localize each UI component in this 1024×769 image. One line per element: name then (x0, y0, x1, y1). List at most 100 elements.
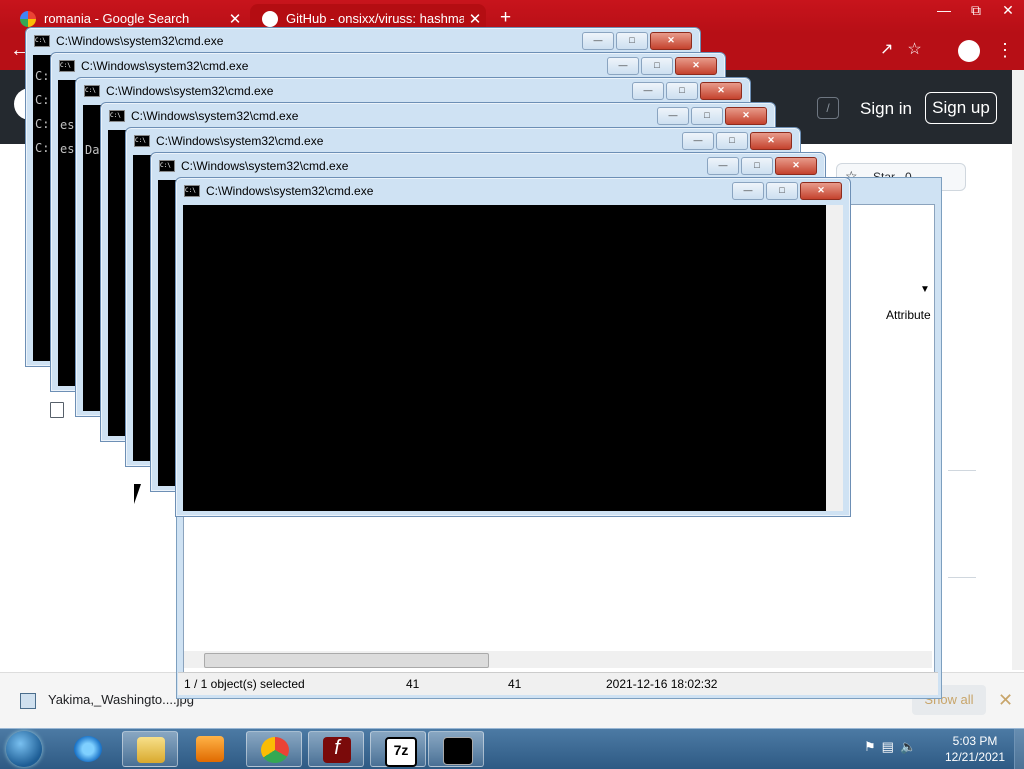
divider (948, 577, 976, 578)
profile-avatar[interactable] (958, 40, 980, 62)
minimize-icon[interactable]: — (928, 0, 960, 22)
clock-date: 12/21/2021 (944, 750, 1006, 764)
maximize-icon[interactable]: □ (666, 82, 698, 100)
console-line: es (60, 118, 75, 132)
taskbar-flash[interactable]: f (308, 731, 364, 767)
status-modified: 2021-12-16 18:02:32 (606, 677, 718, 691)
title-bar: C:\ C:\Windows\system32\cmd.exe (34, 31, 223, 51)
dropdown-arrow-icon[interactable]: ▼ (920, 284, 930, 295)
minimize-icon[interactable]: — (732, 182, 764, 200)
window-title: C:\Windows\system32\cmd.exe (106, 84, 274, 98)
maximize-icon[interactable]: □ (716, 132, 748, 150)
window-title: C:\Windows\system32\cmd.exe (156, 134, 324, 148)
maximize-icon[interactable]: □ (616, 32, 648, 50)
media-player-icon (196, 736, 224, 762)
share-icon[interactable]: ↗ (880, 39, 893, 59)
clock-time: 5:03 PM (952, 734, 998, 748)
minimize-icon[interactable]: — (582, 32, 614, 50)
close-icon[interactable]: ✕ (675, 57, 717, 75)
network-icon[interactable]: ▤ (882, 739, 894, 755)
cmd-icon: C:\ (34, 35, 50, 47)
cmd-icon: C:\ (134, 135, 150, 147)
cmd-icon: C:\ (109, 110, 125, 122)
mouse-cursor-icon (134, 484, 148, 504)
minimize-icon[interactable]: — (682, 132, 714, 150)
restore-icon[interactable]: ⧉ (960, 0, 992, 22)
status-size: 41 (406, 677, 420, 691)
image-file-icon (20, 693, 36, 709)
chrome-icon (261, 737, 289, 763)
clock[interactable]: 5:03 PM 12/21/2021 (940, 733, 1010, 765)
close-icon[interactable]: ✕ (750, 132, 792, 150)
taskbar-cmd[interactable] (428, 731, 484, 767)
window-buttons: — □ ✕ (582, 32, 692, 50)
download-item[interactable]: Yakima,_Washingto....jpg (48, 692, 194, 707)
maximize-icon[interactable]: □ (741, 157, 773, 175)
start-button[interactable] (6, 731, 42, 767)
volume-icon[interactable]: 🔈 (900, 739, 916, 755)
window-controls: — ⧉ ✕ (928, 0, 1024, 22)
system-tray: ⚑ ▤ 🔈 (864, 739, 916, 755)
google-icon (20, 10, 36, 27)
sign-up-button[interactable]: Sign up (925, 92, 997, 124)
window-title: C:\Windows\system32\cmd.exe (181, 159, 349, 173)
internet-explorer-icon (74, 736, 102, 762)
scrollbar-thumb[interactable] (204, 653, 489, 668)
minimize-icon[interactable]: — (632, 82, 664, 100)
divider (948, 470, 976, 471)
close-tab-icon[interactable]: ✕ (224, 10, 246, 28)
close-icon[interactable]: ✕ (775, 157, 817, 175)
title-bar: C:\ C:\Windows\system32\cmd.exe (84, 81, 273, 101)
close-icon[interactable]: ✕ (800, 182, 842, 200)
action-center-icon[interactable]: ⚑ (864, 739, 876, 755)
new-tab-button[interactable]: + (500, 7, 511, 29)
close-icon[interactable]: ✕ (650, 32, 692, 50)
close-icon[interactable]: ✕ (998, 690, 1013, 711)
7zip-icon: 7z (385, 737, 417, 767)
cmd-window-active[interactable]: C:\ C:\Windows\system32\cmd.exe — □ ✕ (175, 177, 851, 517)
status-bar: 1 / 1 object(s) selected 41 41 2021-12-1… (178, 672, 938, 695)
window-buttons: — □ ✕ (632, 82, 742, 100)
show-desktop-button[interactable] (1014, 729, 1024, 769)
maximize-icon[interactable]: □ (641, 57, 673, 75)
omnibox-actions: ↗ ☆ (880, 39, 922, 59)
taskbar-chrome[interactable] (246, 731, 302, 767)
file-icon (50, 402, 64, 418)
cmd-icon (443, 737, 473, 765)
close-icon[interactable]: ✕ (725, 107, 767, 125)
window-title: C:\Windows\system32\cmd.exe (131, 109, 299, 123)
maximize-icon[interactable]: □ (691, 107, 723, 125)
minimize-icon[interactable]: — (657, 107, 689, 125)
close-tab-icon[interactable]: ✕ (464, 10, 486, 28)
taskbar-internet-explorer[interactable] (60, 731, 116, 767)
window-title: C:\Windows\system32\cmd.exe (206, 184, 374, 198)
menu-kebab-icon[interactable]: ⋮ (996, 40, 1014, 61)
title-bar: C:\ C:\Windows\system32\cmd.exe (184, 181, 373, 201)
vertical-scrollbar[interactable] (826, 205, 843, 511)
cmd-icon: C:\ (84, 85, 100, 97)
console-line: es (60, 142, 75, 156)
column-header-attribute[interactable]: Attribute (886, 308, 966, 322)
title-bar: C:\ C:\Windows\system32\cmd.exe (134, 131, 323, 151)
github-icon (262, 10, 278, 27)
cmd-icon: C:\ (159, 160, 175, 172)
close-icon[interactable]: ✕ (700, 82, 742, 100)
flash-icon: f (323, 737, 351, 763)
window-buttons: — □ ✕ (607, 57, 717, 75)
maximize-icon[interactable]: □ (766, 182, 798, 200)
close-window-icon[interactable]: ✕ (992, 0, 1024, 22)
tab-title: romania - Google Search (44, 11, 190, 26)
console-output[interactable] (183, 205, 843, 511)
title-bar: C:\ C:\Windows\system32\cmd.exe (109, 106, 298, 126)
sign-in-link[interactable]: Sign in (860, 99, 912, 119)
minimize-icon[interactable]: — (707, 157, 739, 175)
page-scrollbar[interactable] (1012, 70, 1024, 670)
bookmark-star-icon[interactable]: ☆ (907, 39, 921, 59)
taskbar-explorer[interactable] (122, 731, 178, 767)
taskbar-7zip[interactable]: 7z (370, 731, 426, 767)
taskbar-media-player[interactable] (182, 731, 238, 767)
window-title: C:\Windows\system32\cmd.exe (56, 34, 224, 48)
tab-title: GitHub - onsixx/viruss: hashmar (286, 11, 464, 26)
minimize-icon[interactable]: — (607, 57, 639, 75)
status-selection: 1 / 1 object(s) selected (184, 677, 305, 691)
